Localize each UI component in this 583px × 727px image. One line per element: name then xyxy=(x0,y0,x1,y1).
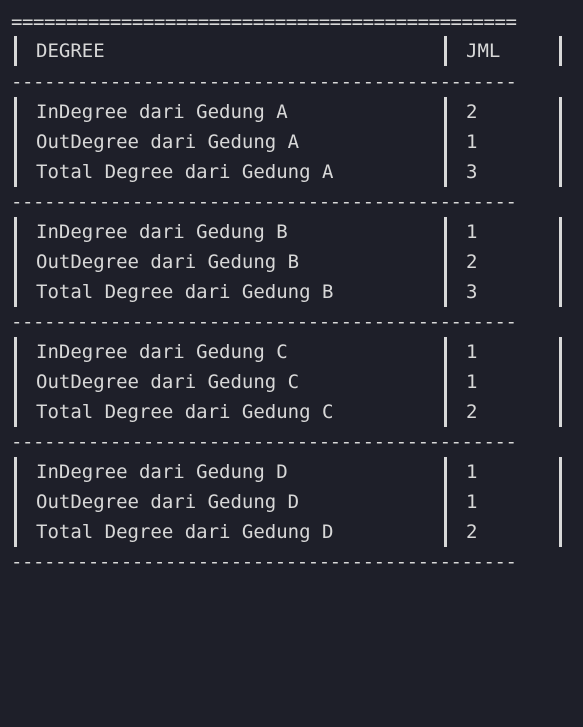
table-header-row: DEGREE JML xyxy=(11,36,571,66)
table-border-middle xyxy=(444,247,447,277)
row-label: OutDegree dari Gedung C xyxy=(36,371,300,393)
table-border-middle xyxy=(444,337,447,367)
table-bottom-separator: ----------------------------------------… xyxy=(11,551,517,573)
table-border-middle xyxy=(444,127,447,157)
table-border-middle xyxy=(444,487,447,517)
table-row: InDegree dari Gedung C 1 xyxy=(11,337,571,367)
table-row: Total Degree dari Gedung C 2 xyxy=(11,397,571,427)
table-border-middle xyxy=(444,517,447,547)
table-border-middle xyxy=(444,277,447,307)
row-label: InDegree dari Gedung D xyxy=(36,461,288,483)
table-border-middle xyxy=(444,217,447,247)
table-border-right xyxy=(559,367,562,397)
row-value: 2 xyxy=(466,521,478,543)
header-jml: JML xyxy=(466,40,501,62)
table-separator: ----------------------------------------… xyxy=(11,71,517,93)
row-value: 2 xyxy=(466,101,478,123)
table-border-left xyxy=(14,36,17,66)
table-row: Total Degree dari Gedung A 3 xyxy=(11,157,571,187)
table-border-left xyxy=(14,247,17,277)
table-border-right xyxy=(559,457,562,487)
table-border-left xyxy=(14,367,17,397)
table-row: OutDegree dari Gedung B 2 xyxy=(11,247,571,277)
table-border-left xyxy=(14,277,17,307)
table-row: Total Degree dari Gedung B 3 xyxy=(11,277,571,307)
table-border-right xyxy=(559,247,562,277)
row-label: InDegree dari Gedung B xyxy=(36,221,288,243)
table-row: OutDegree dari Gedung D 1 xyxy=(11,487,571,517)
table-border-left xyxy=(14,487,17,517)
row-label: OutDegree dari Gedung D xyxy=(36,491,300,513)
table-border-left xyxy=(14,157,17,187)
table-row: OutDegree dari Gedung C 1 xyxy=(11,367,571,397)
header-degree: DEGREE xyxy=(36,40,105,62)
table-row: OutDegree dari Gedung A 1 xyxy=(11,127,571,157)
terminal-output: ========================================… xyxy=(0,0,583,573)
row-label: InDegree dari Gedung A xyxy=(36,101,288,123)
row-label: OutDegree dari Gedung A xyxy=(36,131,300,153)
table-border-middle xyxy=(444,97,447,127)
table-top-border: ========================================… xyxy=(11,11,517,33)
row-value: 1 xyxy=(466,371,478,393)
row-label: InDegree dari Gedung C xyxy=(36,341,288,363)
table-border-left xyxy=(14,127,17,157)
row-label: Total Degree dari Gedung A xyxy=(36,161,334,183)
table-border-right xyxy=(559,277,562,307)
table-border-right xyxy=(559,337,562,367)
table-border-right xyxy=(559,157,562,187)
table-border-left xyxy=(14,217,17,247)
row-value: 2 xyxy=(466,251,478,273)
table-border-right xyxy=(559,36,562,66)
table-border-right xyxy=(559,487,562,517)
row-value: 1 xyxy=(466,131,478,153)
table-border-left xyxy=(14,337,17,367)
table-row: Total Degree dari Gedung D 2 xyxy=(11,517,571,547)
table-separator: ----------------------------------------… xyxy=(11,191,517,213)
table-row: InDegree dari Gedung A 2 xyxy=(11,97,571,127)
table-border-right xyxy=(559,517,562,547)
table-row: InDegree dari Gedung B 1 xyxy=(11,217,571,247)
row-value: 2 xyxy=(466,401,478,423)
table-row: InDegree dari Gedung D 1 xyxy=(11,457,571,487)
table-border-right xyxy=(559,127,562,157)
table-border-right xyxy=(559,397,562,427)
row-label: Total Degree dari Gedung C xyxy=(36,401,334,423)
row-value: 1 xyxy=(466,341,478,363)
table-border-left xyxy=(14,397,17,427)
row-value: 3 xyxy=(466,161,478,183)
row-value: 1 xyxy=(466,491,478,513)
table-border-left xyxy=(14,97,17,127)
table-border-right xyxy=(559,97,562,127)
table-separator: ----------------------------------------… xyxy=(11,311,517,333)
table-border-middle xyxy=(444,36,447,66)
row-label: Total Degree dari Gedung B xyxy=(36,281,334,303)
row-value: 1 xyxy=(466,221,478,243)
table-border-middle xyxy=(444,457,447,487)
table-border-left xyxy=(14,457,17,487)
table-separator: ----------------------------------------… xyxy=(11,431,517,453)
table-border-right xyxy=(559,217,562,247)
row-value: 3 xyxy=(466,281,478,303)
table-border-middle xyxy=(444,367,447,397)
row-value: 1 xyxy=(466,461,478,483)
row-label: OutDegree dari Gedung B xyxy=(36,251,300,273)
table-border-middle xyxy=(444,397,447,427)
row-label: Total Degree dari Gedung D xyxy=(36,521,334,543)
table-border-left xyxy=(14,517,17,547)
table-border-middle xyxy=(444,157,447,187)
